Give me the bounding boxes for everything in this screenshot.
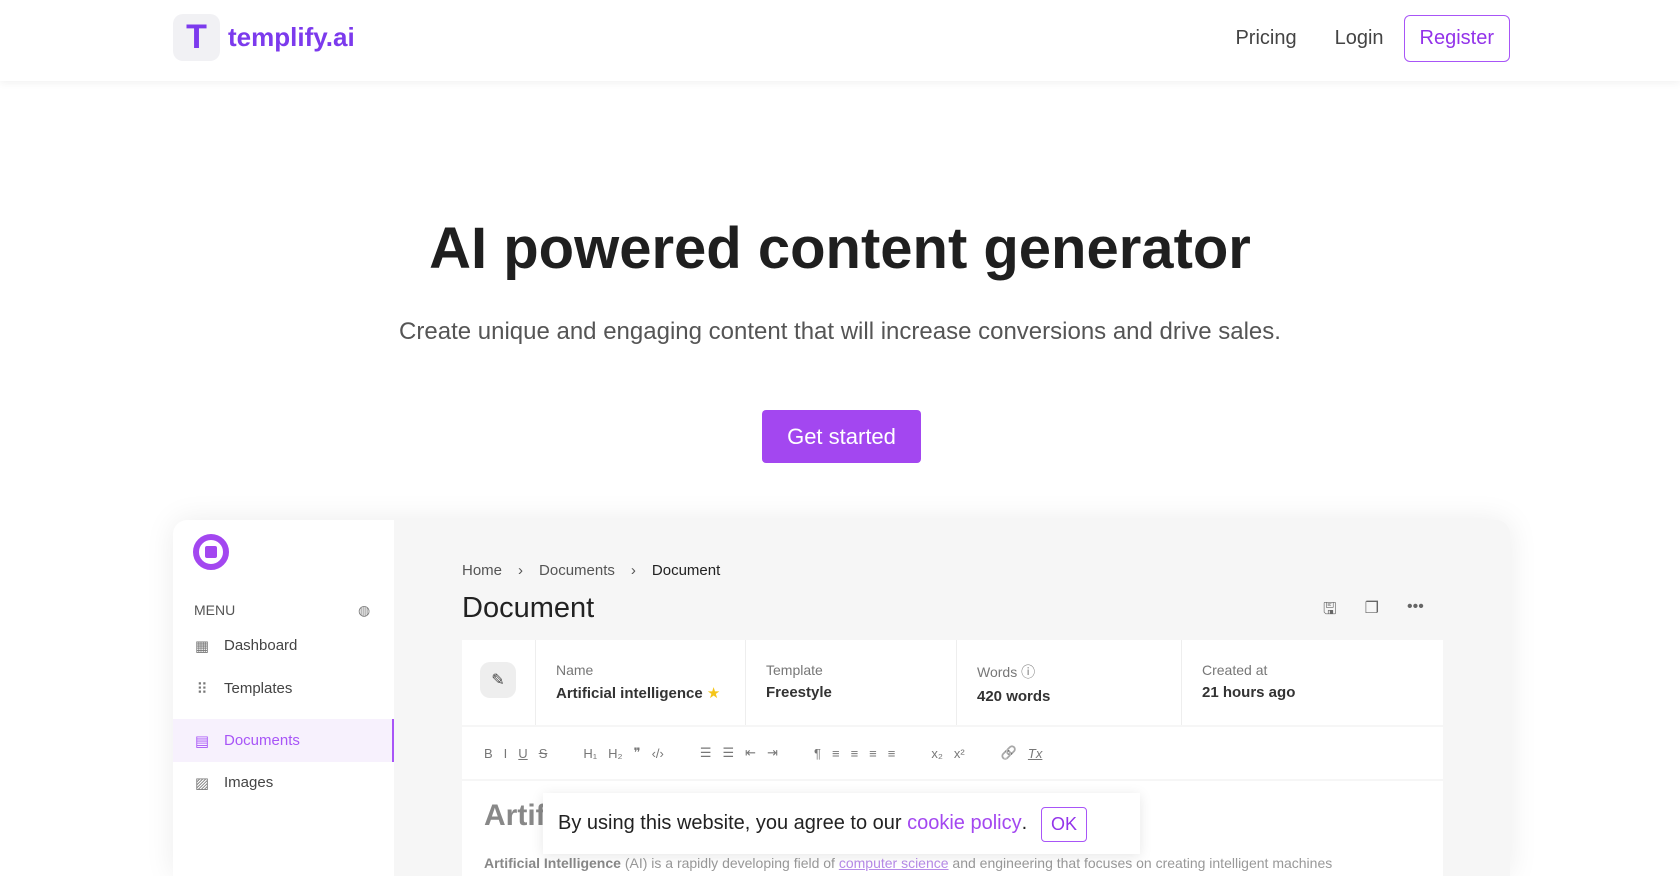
info-name: Name Artificial intelligence ★ [536,640,746,725]
justify-button[interactable]: ≡ [888,746,896,761]
clear-format-icon[interactable]: Tx [1028,746,1042,761]
editor-toolbar: B I U S H₁ H₂ ❞ ‹/› ☰ ☰ ⇤ ⇥ ¶ ≡ ≡ ≡ ≡ x₂… [462,727,1443,779]
indent-button[interactable]: ⇥ [767,745,778,761]
outdent-button[interactable]: ⇤ [745,745,756,761]
text: (AI) is a rapidly developing field of [620,855,839,871]
h2-button[interactable]: H₂ [608,746,622,761]
chip-logo-icon [193,534,229,570]
sidebar-item-label: Templates [224,680,293,697]
hero-title: AI powered content generator [429,216,1251,281]
breadcrumb: Home › Documents › Document [462,562,720,579]
info-icon[interactable]: ⓘ [1021,664,1035,680]
pen-cell: ✎ [462,640,536,725]
bold-button[interactable]: B [484,746,493,761]
chevron-right-icon: › [630,562,636,579]
cookie-text: By using this website, you agree to our [558,812,908,834]
sidebar-item-documents[interactable]: ▤ Documents [173,719,394,762]
code-button[interactable]: ‹/› [652,746,664,761]
cookie-ok-button[interactable]: OK [1040,807,1087,842]
info-label: Created at [1202,662,1268,678]
header: T templify.ai Pricing Login Register [0,0,1680,81]
sidebar-item-label: Images [224,774,274,791]
cookie-policy-link[interactable]: cookie policy [907,812,1022,835]
menu-label: MENU [194,602,236,618]
text: and engineering that focuses on creating… [948,855,1333,871]
pen-icon: ✎ [480,662,516,698]
logo[interactable]: T templify.ai [173,14,355,61]
quote-button[interactable]: ❞ [634,745,641,761]
words-label: Words [977,664,1018,680]
palette-icon[interactable]: ◍ [358,602,370,619]
get-started-button[interactable]: Get started [762,410,921,463]
name-value: Artificial intelligence [556,685,703,702]
sidebar-item-dashboard[interactable]: ▦ Dashboard [173,624,394,667]
info-words: Words ⓘ 420 words [957,640,1182,725]
h1-button[interactable]: H₁ [583,746,597,761]
underline-button[interactable]: U [518,746,527,761]
info-label: Template [766,662,823,678]
sidebar-item-label: Documents [224,732,300,749]
sidebar: MENU ◍ ▦ Dashboard ⠿ Templates ▤ Documents … [173,520,394,876]
bold-text: Artificial Intelligence [484,855,621,871]
align-center-button[interactable]: ≡ [851,746,859,761]
dots-grid-icon: ⠿ [196,680,208,698]
star-icon[interactable]: ★ [707,685,720,702]
bullet-list-button[interactable]: ☰ [723,745,735,761]
logo-text: templify.ai [228,22,355,52]
copy-icon[interactable]: ❐ [1365,598,1379,625]
hero-subtitle: Create unique and engaging content that … [399,318,1281,345]
info-template: Template Freestyle [746,640,957,725]
info-value: 21 hours ago [1202,684,1296,701]
save-icon[interactable]: 🖫 [1323,598,1337,625]
info-label: Name [556,662,594,678]
document-actions: 🖫 ❐ ••• [1323,598,1424,625]
align-right-button[interactable]: ≡ [869,746,877,761]
info-created: Created at 21 hours ago [1182,640,1443,725]
document-info: ✎ Name Artificial intelligence ★ Template… [462,640,1443,725]
ordered-list-button[interactable]: ☰ [700,745,712,761]
sidebar-item-templates[interactable]: ⠿ Templates [173,667,394,710]
grid-icon: ▦ [194,637,210,655]
strike-button[interactable]: S [539,746,548,761]
superscript-button[interactable]: x² [954,746,965,761]
breadcrumb-current: Document [651,562,721,579]
info-value: Artificial intelligence ★ [556,684,725,702]
subscript-button[interactable]: x₂ [931,746,943,761]
align-left-button[interactable]: ≡ [832,746,840,761]
image-icon: ▨ [194,774,210,792]
breadcrumb-documents[interactable]: Documents [539,562,615,579]
cookie-banner: By using this website, you agree to our … [543,793,1140,854]
direction-button[interactable]: ¶ [814,746,821,761]
more-icon[interactable]: ••• [1407,598,1424,625]
editor-paragraph: Artificial Intelligence (AI) is a rapidl… [484,854,1332,872]
nav-login[interactable]: Login [1335,27,1384,50]
nav: Pricing Login Register [1235,15,1510,62]
link-icon[interactable]: 🔗 [1001,745,1017,761]
logo-icon: T [173,14,220,61]
nav-pricing[interactable]: Pricing [1235,27,1296,50]
sidebar-item-label: Dashboard [224,637,298,654]
page-title: Document [462,592,595,624]
italic-button[interactable]: I [504,746,508,761]
cookie-end: . [1021,812,1028,834]
info-value: 420 words [977,688,1051,705]
document-icon: ▤ [194,732,210,750]
sidebar-item-images[interactable]: ▨ Images [173,761,394,804]
chevron-right-icon: › [518,562,524,579]
register-button[interactable]: Register [1403,15,1510,62]
computer-science-link[interactable]: computer science [839,855,949,871]
info-label: Words ⓘ [977,662,1161,682]
info-value: Freestyle [766,684,832,701]
breadcrumb-home[interactable]: Home [462,562,502,579]
